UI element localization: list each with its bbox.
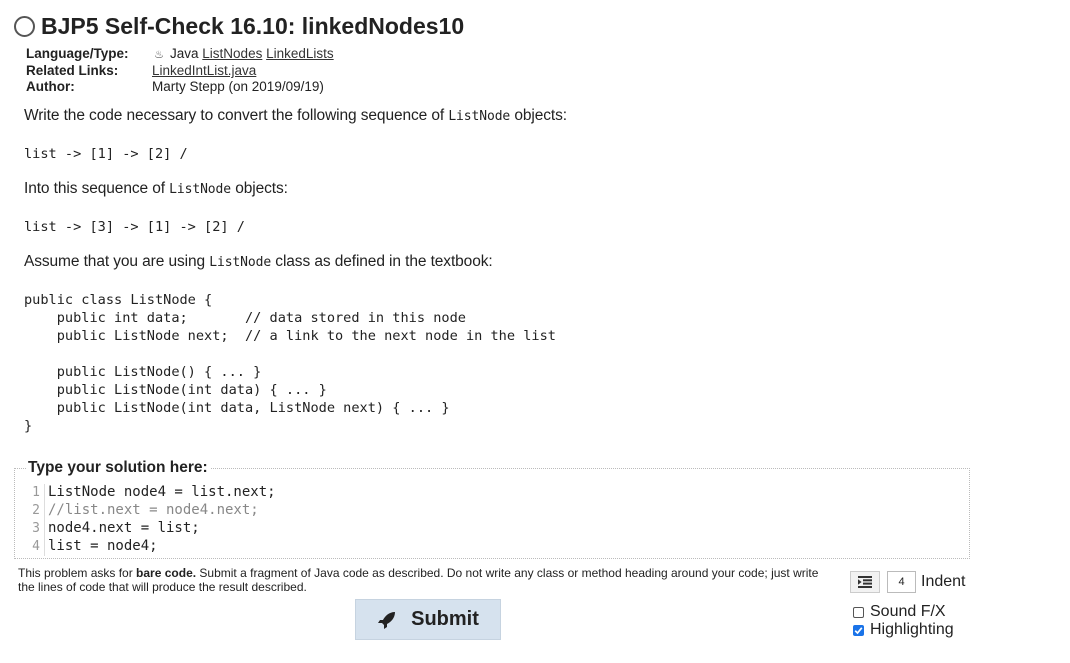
- editor-line[interactable]: 4 list = node4;: [26, 537, 158, 556]
- line-number: 3: [26, 520, 45, 538]
- page-title: BJP5 Self-Check 16.10: linkedNodes10: [41, 12, 465, 39]
- line-number: 1: [26, 484, 45, 502]
- language-value-cell: ♨ Java ListNodes LinkedLists: [152, 46, 334, 63]
- solution-legend: Type your solution here:: [26, 459, 210, 477]
- instructions-before: This problem asks for: [18, 566, 133, 580]
- problem-meta: Language/Type: ♨ Java ListNodes LinkedLis…: [26, 46, 334, 95]
- line-number: 2: [26, 502, 45, 520]
- prompt-text: Into this sequence of: [24, 180, 165, 197]
- prompt-text: Assume that you are using: [24, 253, 206, 270]
- sequence-after: list -> [3] -> [1] -> [2] /: [24, 219, 245, 235]
- inline-code: ListNode: [448, 109, 511, 124]
- indent-icon: [858, 576, 872, 588]
- indent-button[interactable]: [850, 571, 880, 593]
- inline-code: ListNode: [169, 182, 231, 197]
- author-key: Author:: [26, 79, 75, 94]
- editor-line[interactable]: 2//list.next = node4.next;: [26, 501, 259, 520]
- sound-fx-checkbox[interactable]: [853, 606, 864, 618]
- instructions-text: This problem asks for bare code. Submit …: [18, 566, 838, 594]
- prompt-paragraph-3: Assume that you are using ListNode class…: [24, 253, 493, 271]
- instructions-bold: bare code.: [136, 566, 197, 580]
- class-definition-code: public class ListNode { public int data;…: [24, 292, 556, 434]
- checkmark-icon: [854, 626, 863, 634]
- indent-size-input[interactable]: 4: [887, 571, 916, 593]
- submit-label[interactable]: Submit: [411, 608, 479, 631]
- java-icon: ♨: [154, 49, 164, 61]
- highlighting-label[interactable]: Highlighting: [870, 621, 954, 639]
- prompt-text: objects:: [514, 107, 567, 124]
- sequence-before: list -> [1] -> [2] /: [24, 146, 188, 162]
- inline-code: ListNode: [209, 255, 272, 270]
- editor-line-text[interactable]: //list.next = node4.next;: [48, 502, 259, 518]
- editor-line[interactable]: 1 ListNode node4 = list.next;: [26, 483, 276, 502]
- prompt-text: class as defined in the textbook:: [275, 253, 493, 270]
- author-value: Marty Stepp (on 2019/09/19): [152, 79, 324, 94]
- language-key: Language/Type:: [26, 46, 129, 61]
- prompt-paragraph-1: Write the code necessary to convert the …: [24, 107, 567, 125]
- sound-fx-toggle[interactable]: Sound F/X: [853, 603, 946, 621]
- indent-label: Indent: [921, 573, 966, 590]
- code-editor[interactable]: 1 ListNode node4 = list.next; 2//list.nex…: [26, 481, 968, 556]
- prompt-text: objects:: [235, 180, 288, 197]
- line-number: 4: [26, 538, 45, 556]
- highlighting-checkbox[interactable]: [853, 624, 864, 636]
- tag-linkedlists-link[interactable]: LinkedLists: [266, 46, 334, 61]
- editor-line-text[interactable]: node4.next = list;: [48, 520, 200, 536]
- highlighting-toggle[interactable]: Highlighting: [853, 621, 954, 639]
- language-value: Java: [170, 46, 199, 61]
- prompt-text: Write the code necessary to convert the …: [24, 107, 445, 124]
- related-link[interactable]: LinkedIntList.java: [152, 63, 256, 78]
- title-row: BJP5 Self-Check 16.10: linkedNodes10: [12, 10, 464, 42]
- tag-listnodes-link[interactable]: ListNodes: [202, 46, 262, 61]
- editor-line-text[interactable]: ListNode node4 = list.next;: [48, 484, 276, 500]
- status-circle-icon: [14, 15, 35, 37]
- editor-line-text[interactable]: list = node4;: [48, 538, 158, 554]
- submit-button[interactable]: Submit: [355, 599, 501, 640]
- prompt-paragraph-2: Into this sequence of ListNode objects:: [24, 180, 288, 198]
- sound-fx-label[interactable]: Sound F/X: [870, 603, 946, 621]
- rocket-icon: [378, 611, 396, 629]
- related-key: Related Links:: [26, 63, 119, 78]
- editor-line[interactable]: 3 node4.next = list;: [26, 519, 200, 538]
